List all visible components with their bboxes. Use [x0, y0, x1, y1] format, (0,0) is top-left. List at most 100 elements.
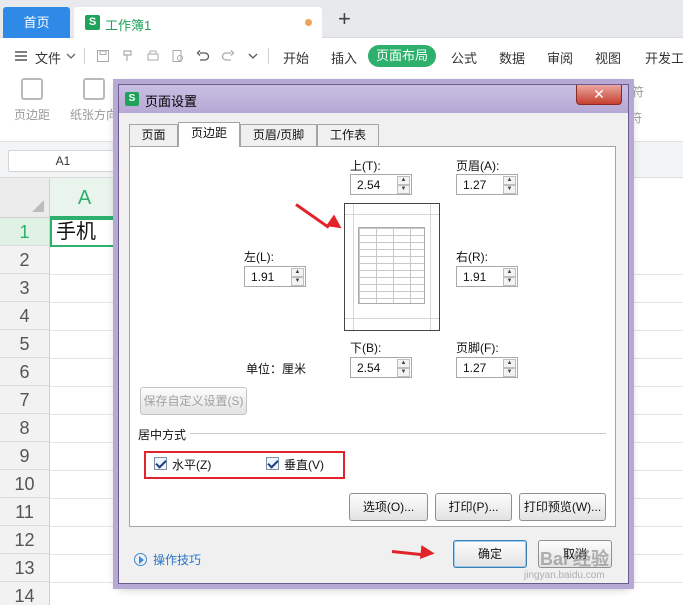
spin-up-icon[interactable]: ▲ — [503, 176, 516, 185]
select-all-corner[interactable] — [0, 178, 50, 218]
spreadsheet-logo-icon: S — [85, 15, 100, 30]
header-margin-label: 页眉(A): — [456, 159, 500, 173]
menu-data[interactable]: 数据 — [499, 48, 525, 67]
spin-down-icon[interactable]: ▼ — [397, 368, 410, 377]
ok-button[interactable]: 确定 — [453, 540, 527, 568]
top-margin-value[interactable]: 2.54 — [357, 178, 380, 192]
baidu-watermark: Bai 经验 — [540, 549, 610, 569]
file-menu[interactable]: 文件 — [35, 48, 61, 67]
spin-up-icon[interactable]: ▲ — [503, 268, 516, 277]
preview-margin-guide — [345, 318, 439, 319]
menu-view[interactable]: 视图 — [595, 48, 621, 67]
bottom-margin-value[interactable]: 2.54 — [357, 361, 380, 375]
row-header-12[interactable]: 12 — [0, 526, 50, 554]
title-tab-bar: 首页 S 工作簿1 + — [0, 0, 683, 39]
save-icon[interactable] — [96, 49, 110, 63]
print-preview-icon[interactable] — [171, 49, 185, 63]
menu-review[interactable]: 审阅 — [547, 48, 573, 67]
tab-margins[interactable]: 页边距 — [178, 122, 240, 147]
spin-down-icon[interactable]: ▼ — [503, 368, 516, 377]
play-circle-icon[interactable] — [134, 553, 147, 566]
spin-up-icon[interactable]: ▲ — [503, 359, 516, 368]
left-margin-label: 左(L): — [244, 250, 275, 264]
left-margin-spinner[interactable]: 1.91 ▲ ▼ — [244, 266, 306, 287]
right-margin-value[interactable]: 1.91 — [463, 270, 486, 284]
margins-label: 页边距 — [13, 108, 50, 122]
header-margin-value[interactable]: 1.27 — [463, 178, 486, 192]
menu-insert[interactable]: 插入 — [331, 48, 357, 67]
unsaved-dot-icon — [305, 19, 312, 26]
tab-header-footer[interactable]: 页眉/页脚 — [240, 124, 317, 146]
spin-down-icon[interactable]: ▼ — [503, 185, 516, 194]
left-margin-value[interactable]: 1.91 — [251, 270, 274, 284]
row-header-14[interactable]: 14 — [0, 582, 50, 605]
customize-chevron-icon[interactable] — [246, 49, 260, 63]
annotation-highlight-box — [144, 451, 345, 479]
spin-down-icon[interactable]: ▼ — [397, 185, 410, 194]
row-header-7[interactable]: 7 — [0, 386, 50, 414]
row-header-3[interactable]: 3 — [0, 274, 50, 302]
format-painter-icon[interactable] — [121, 49, 135, 63]
preview-table — [358, 227, 425, 304]
spin-down-icon[interactable]: ▼ — [503, 277, 516, 286]
row-header-10[interactable]: 10 — [0, 470, 50, 498]
menu-formula[interactable]: 公式 — [451, 48, 477, 67]
spin-up-icon[interactable]: ▲ — [397, 359, 410, 368]
row-header-1[interactable]: 1 — [0, 218, 50, 246]
row-header-5[interactable]: 5 — [0, 330, 50, 358]
print-button[interactable]: 打印(P)... — [435, 493, 512, 521]
ribbon-right-fragment-bottom: 符 — [630, 111, 643, 125]
divider — [268, 48, 269, 64]
home-tab[interactable]: 首页 — [3, 7, 70, 38]
tips-link[interactable]: 操作技巧 — [153, 551, 201, 568]
spin-up-icon[interactable]: ▲ — [397, 176, 410, 185]
annotation-arrow-head — [420, 545, 436, 561]
row-header-2[interactable]: 2 — [0, 246, 50, 274]
undo-icon[interactable] — [196, 49, 210, 63]
page-setup-dialog: S 页面设置 ✕ 页面 页边距 页眉/页脚 工作表 上(T): 2.54 ▲ ▼… — [118, 84, 629, 584]
row-header-4[interactable]: 4 — [0, 302, 50, 330]
center-group-title: 居中方式 — [138, 428, 187, 442]
hamburger-icon[interactable] — [14, 49, 28, 63]
row-header-9[interactable]: 9 — [0, 442, 50, 470]
menu-page-layout[interactable]: 页面布局 — [368, 45, 436, 67]
tab-page[interactable]: 页面 — [129, 124, 178, 146]
dialog-title-bar[interactable]: S 页面设置 ✕ — [119, 85, 628, 113]
spin-down-icon[interactable]: ▼ — [291, 277, 304, 286]
bottom-margin-spinner[interactable]: 2.54 ▲ ▼ — [350, 357, 412, 378]
preview-margin-guide — [430, 204, 431, 330]
divider — [84, 48, 85, 64]
name-box[interactable]: A1 — [8, 150, 118, 172]
workbook-tab[interactable]: S 工作簿1 — [74, 7, 322, 39]
bottom-margin-label: 下(B): — [350, 341, 382, 355]
margins-button[interactable]: 页边距 — [4, 78, 60, 123]
print-preview-button[interactable]: 打印预览(W)... — [519, 493, 606, 521]
row-header-11[interactable]: 11 — [0, 498, 50, 526]
print-icon[interactable] — [146, 49, 160, 63]
row-header-8[interactable]: 8 — [0, 414, 50, 442]
margins-panel: 上(T): 2.54 ▲ ▼ 页眉(A): 1.27 ▲ ▼ 左(L): 1.9… — [129, 146, 616, 527]
options-button[interactable]: 选项(O)... — [349, 493, 428, 521]
redo-icon[interactable] — [221, 49, 235, 63]
spin-up-icon[interactable]: ▲ — [291, 268, 304, 277]
close-button[interactable]: ✕ — [576, 85, 622, 105]
menu-developer[interactable]: 开发工 — [645, 48, 683, 67]
ribbon-right-fragment-top: 符 — [632, 85, 645, 99]
footer-margin-spinner[interactable]: 1.27 ▲ ▼ — [456, 357, 518, 378]
top-margin-spinner[interactable]: 2.54 ▲ ▼ — [350, 174, 412, 195]
chevron-down-icon[interactable] — [64, 49, 78, 63]
margins-icon — [21, 78, 43, 100]
row-header-6[interactable]: 6 — [0, 358, 50, 386]
orientation-button[interactable]: 纸张方向 — [66, 78, 122, 123]
menu-start[interactable]: 开始 — [283, 48, 309, 67]
header-margin-spinner[interactable]: 1.27 ▲ ▼ — [456, 174, 518, 195]
save-custom-settings-button[interactable]: 保存自定义设置(S) — [140, 387, 247, 415]
row-header-13[interactable]: 13 — [0, 554, 50, 582]
new-tab-button[interactable]: + — [338, 8, 351, 30]
cell-a1[interactable]: 手机 — [50, 218, 120, 247]
right-margin-spinner[interactable]: 1.91 ▲ ▼ — [456, 266, 518, 287]
footer-margin-value[interactable]: 1.27 — [463, 361, 486, 375]
column-header-a[interactable]: A — [50, 178, 120, 218]
unit-label: 单位：厘米 — [246, 362, 307, 376]
tab-sheet[interactable]: 工作表 — [317, 124, 379, 146]
